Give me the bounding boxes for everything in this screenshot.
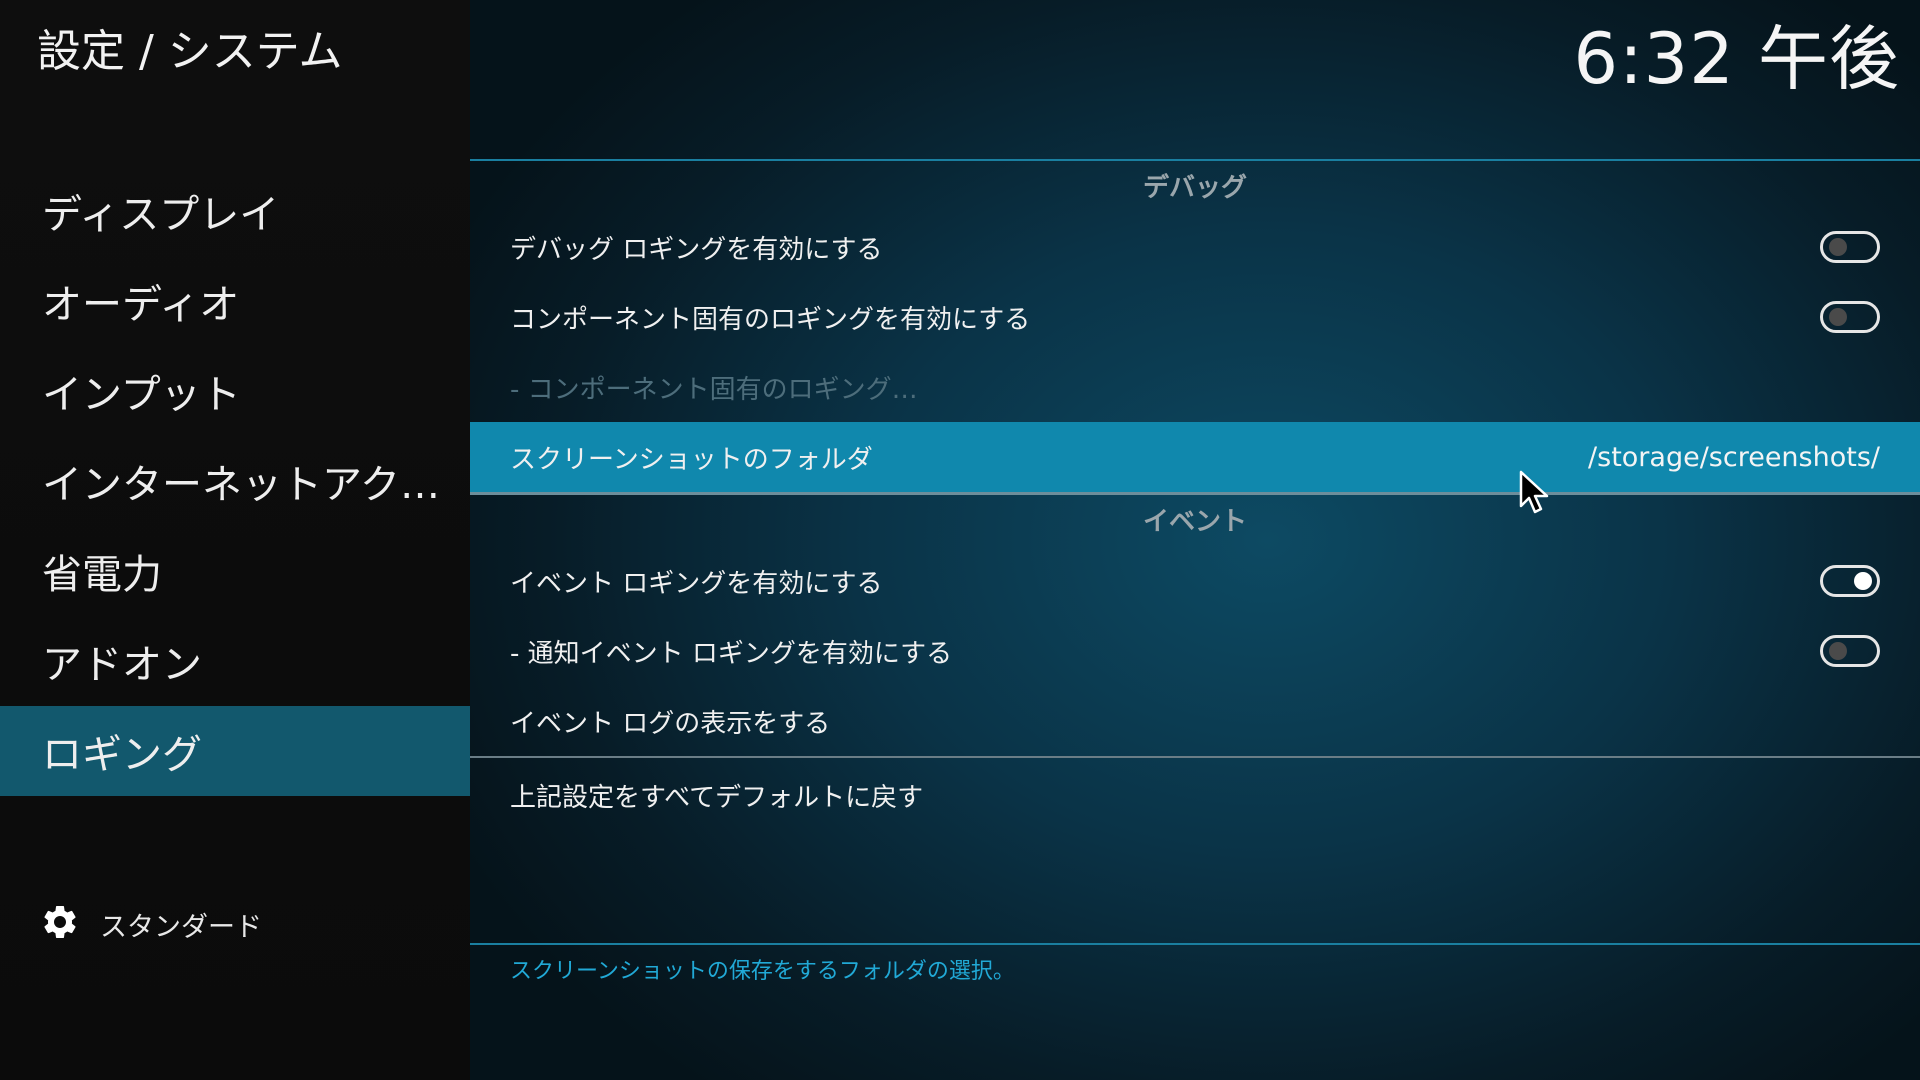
setting-debug-logging[interactable]: デバッグ ロギングを有効にする (470, 212, 1920, 282)
toggle-knob (1829, 642, 1847, 660)
setting-label: - 通知イベント ロギングを有効にする (510, 638, 953, 669)
sidebar-item-power-saving[interactable]: 省電力 (0, 526, 470, 616)
sidebar-item-audio[interactable]: オーディオ (0, 256, 470, 346)
toggle-switch[interactable] (1820, 635, 1880, 667)
setting-label: - コンポーネント固有のロギング… (510, 374, 918, 405)
divider (470, 159, 1920, 161)
sidebar-item-internet-access[interactable]: インターネットアク… (0, 436, 470, 526)
kodi-settings-window: 設定 / システム ディスプレイ オーディオ インプット インターネットアク… … (0, 0, 1920, 1080)
toggle-knob (1829, 238, 1847, 256)
sidebar-item-addons[interactable]: アドオン (0, 616, 470, 706)
setting-label: イベント ログの表示をする (510, 708, 831, 739)
toggle-switch[interactable] (1820, 565, 1880, 597)
reset-defaults-button[interactable]: 上記設定をすべてデフォルトに戻す (470, 760, 1920, 830)
settings-level-label: スタンダード (100, 911, 262, 943)
setting-event-logging[interactable]: イベント ロギングを有効にする (470, 546, 1920, 616)
setting-label: スクリーンショットのフォルダ (510, 444, 873, 475)
setting-label: イベント ロギングを有効にする (510, 568, 883, 599)
sidebar-item-display[interactable]: ディスプレイ (0, 166, 470, 256)
setting-component-logging-config: - コンポーネント固有のロギング… (470, 352, 1920, 422)
help-text: スクリーンショットの保存をするフォルダの選択。 (510, 959, 1015, 984)
divider (470, 943, 1920, 945)
gear-icon (40, 902, 80, 946)
divider (470, 756, 1920, 758)
sidebar: 設定 / システム ディスプレイ オーディオ インプット インターネットアク… … (0, 0, 470, 1080)
settings-level-button[interactable]: スタンダード (40, 898, 262, 950)
setting-show-event-log[interactable]: イベント ログの表示をする (470, 686, 1920, 756)
clock: 6:32 午後 (1573, 18, 1900, 100)
sidebar-item-input[interactable]: インプット (0, 346, 470, 436)
toggle-switch[interactable] (1820, 301, 1880, 333)
toggle-knob (1829, 308, 1847, 326)
settings-panel: 6:32 午後 デバッグ デバッグ ロギングを有効にする コンポーネント固有のロ… (470, 0, 1920, 1080)
toggle-switch[interactable] (1820, 231, 1880, 263)
setting-label: デバッグ ロギングを有効にする (510, 234, 883, 265)
setting-component-logging[interactable]: コンポーネント固有のロギングを有効にする (470, 282, 1920, 352)
setting-label: コンポーネント固有のロギングを有効にする (510, 304, 1031, 335)
setting-label: 上記設定をすべてデフォルトに戻す (510, 782, 924, 813)
section-header-events: イベント (1142, 507, 1247, 537)
mouse-pointer-icon (1519, 470, 1549, 514)
toggle-knob (1854, 572, 1872, 590)
sidebar-item-logging[interactable]: ロギング (0, 706, 470, 796)
setting-notification-event-logging[interactable]: - 通知イベント ロギングを有効にする (470, 616, 1920, 686)
section-header-debug: デバッグ (1142, 173, 1247, 203)
setting-value: /storage/screenshots/ (1588, 441, 1880, 473)
page-title: 設定 / システム (37, 26, 343, 77)
setting-screenshot-folder[interactable]: スクリーンショットのフォルダ /storage/screenshots/ (470, 422, 1920, 495)
sidebar-nav: ディスプレイ オーディオ インプット インターネットアク… 省電力 アドオン ロ… (0, 166, 470, 796)
